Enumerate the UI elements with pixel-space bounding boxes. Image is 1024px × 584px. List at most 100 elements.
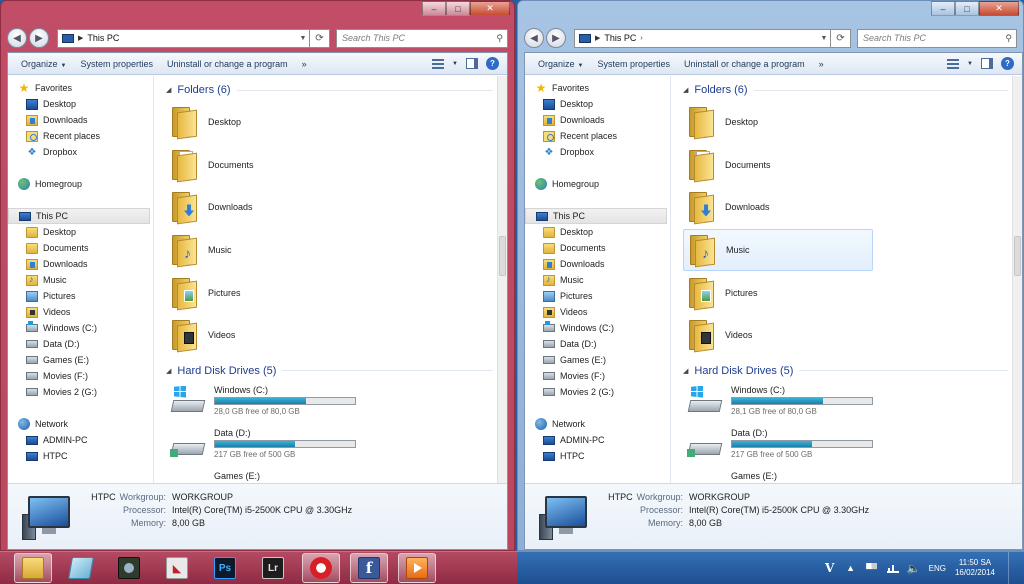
nav-pc-pictures[interactable]: Pictures	[8, 288, 153, 304]
maximize-button[interactable]: □	[446, 1, 470, 16]
folder-item-downloads[interactable]: Downloads	[683, 186, 1022, 229]
drives-group-header[interactable]: ◢ Hard Disk Drives (5)	[166, 360, 507, 382]
change-view-icon[interactable]	[947, 58, 960, 69]
change-view-icon[interactable]	[432, 58, 445, 69]
close-button[interactable]: ✕	[470, 1, 510, 16]
tray-overflow-icon[interactable]: ▲	[845, 562, 857, 574]
folder-item-desktop[interactable]: Desktop	[683, 101, 1022, 144]
nav-network[interactable]: Network	[8, 416, 153, 432]
nav-fav-desktop[interactable]: Desktop	[525, 96, 670, 112]
vietkey-icon[interactable]: V	[824, 561, 836, 575]
nav-fav-dropbox[interactable]: ❖ Dropbox	[8, 144, 153, 160]
search-input[interactable]: Search This PC ⚲	[336, 28, 508, 48]
vertical-scrollbar[interactable]	[1012, 76, 1022, 483]
drive-item-c[interactable]: Windows (C:) 28,1 GB free of 80,0 GB	[683, 382, 1022, 425]
address-bar[interactable]: ▶ This PC › ▼	[574, 28, 831, 48]
nav-this-pc[interactable]: This PC	[525, 208, 667, 224]
nav-pc-drive-f[interactable]: Movies (F:)	[8, 368, 153, 384]
nav-pc-desktop[interactable]: Desktop	[8, 224, 153, 240]
taskbar-explorer-button[interactable]	[14, 553, 52, 583]
nav-pc-videos[interactable]: Videos	[525, 304, 670, 320]
nav-pc-documents[interactable]: Documents	[8, 240, 153, 256]
nav-favorites[interactable]: ★ Favorites	[8, 80, 153, 96]
nav-network[interactable]: Network	[525, 416, 670, 432]
taskbar-opera-button[interactable]	[302, 553, 340, 583]
vertical-scrollbar[interactable]	[497, 76, 507, 483]
nav-pc-pictures[interactable]: Pictures	[525, 288, 670, 304]
taskbar-notes-button[interactable]	[62, 553, 100, 583]
nav-homegroup[interactable]: Homegroup	[8, 176, 153, 192]
folder-item-documents[interactable]: Documents	[166, 144, 507, 187]
nav-fav-desktop[interactable]: Desktop	[8, 96, 153, 112]
taskbar-player-button[interactable]	[398, 553, 436, 583]
breadcrumb-this-pc[interactable]: This PC	[87, 33, 119, 43]
help-icon[interactable]: ?	[1001, 57, 1014, 70]
nav-fav-downloads[interactable]: Downloads	[8, 112, 153, 128]
minimize-button[interactable]: –	[422, 1, 446, 16]
nav-pc-documents[interactable]: Documents	[525, 240, 670, 256]
nav-this-pc[interactable]: This PC	[8, 208, 150, 224]
address-bar[interactable]: ▶ This PC ▼	[57, 28, 310, 48]
taskbar-lightroom-button[interactable]: Lr	[254, 553, 292, 583]
folder-item-desktop[interactable]: Desktop	[166, 101, 507, 144]
drive-item-d[interactable]: Data (D:) 217 GB free of 500 GB	[683, 425, 1022, 468]
nav-pc-music[interactable]: Music	[525, 272, 670, 288]
nav-pc-drive-g[interactable]: Movies 2 (G:)	[8, 384, 153, 400]
more-commands-button[interactable]: »	[812, 59, 831, 69]
breadcrumb-arrow-icon[interactable]: ▶	[78, 34, 83, 42]
drive-item-d[interactable]: Data (D:) 217 GB free of 500 GB	[166, 425, 507, 468]
scrollbar-thumb[interactable]	[499, 236, 506, 276]
drive-item-e[interactable]: Games (E:)	[166, 468, 507, 483]
nav-fav-recent[interactable]: Recent places	[8, 128, 153, 144]
nav-pc-drive-e[interactable]: Games (E:)	[8, 352, 153, 368]
breadcrumb-arrow-icon[interactable]: ›	[640, 35, 642, 42]
action-center-flag-icon[interactable]	[866, 562, 878, 574]
nav-pc-drive-d[interactable]: Data (D:)	[8, 336, 153, 352]
nav-fav-downloads[interactable]: Downloads	[525, 112, 670, 128]
nav-pc-drive-d[interactable]: Data (D:)	[525, 336, 670, 352]
nav-network-htpc[interactable]: HTPC	[8, 448, 153, 464]
uninstall-program-button[interactable]: Uninstall or change a program	[677, 59, 812, 69]
breadcrumb-arrow-icon[interactable]: ▶	[595, 34, 600, 42]
folder-item-documents[interactable]: Documents	[683, 144, 1022, 187]
drive-item-c[interactable]: Windows (C:) 28,0 GB free of 80,0 GB	[166, 382, 507, 425]
drives-group-header[interactable]: ◢ Hard Disk Drives (5)	[683, 360, 1022, 382]
nav-favorites[interactable]: ★ Favorites	[525, 80, 670, 96]
nav-pc-drive-e[interactable]: Games (E:)	[525, 352, 670, 368]
nav-pc-music[interactable]: Music	[8, 272, 153, 288]
nav-network-admin-pc[interactable]: ADMIN-PC	[525, 432, 670, 448]
folder-item-videos[interactable]: Videos	[683, 314, 1022, 357]
folders-group-header[interactable]: ◢ Folders (6)	[683, 79, 1022, 101]
back-button[interactable]: ◀	[524, 28, 544, 48]
refresh-button[interactable]: ⟳	[831, 28, 851, 48]
view-dropdown-icon[interactable]: ▼	[452, 61, 458, 67]
nav-fav-dropbox[interactable]: ❖ Dropbox	[525, 144, 670, 160]
minimize-button[interactable]: –	[931, 1, 955, 16]
nav-pc-downloads[interactable]: Downloads	[8, 256, 153, 272]
nav-pc-desktop[interactable]: Desktop	[525, 224, 670, 240]
uninstall-program-button[interactable]: Uninstall or change a program	[160, 59, 295, 69]
view-dropdown-icon[interactable]: ▼	[967, 61, 973, 67]
search-input[interactable]: Search This PC ⚲	[857, 28, 1017, 48]
nav-pc-drive-c[interactable]: Windows (C:)	[8, 320, 153, 336]
preview-pane-icon[interactable]	[981, 58, 993, 69]
nav-pc-videos[interactable]: Videos	[8, 304, 153, 320]
network-icon[interactable]	[886, 562, 899, 574]
refresh-button[interactable]: ⟳	[310, 28, 330, 48]
maximize-button[interactable]: □	[955, 1, 979, 16]
address-dropdown-icon[interactable]: ▼	[297, 35, 309, 42]
folders-group-header[interactable]: ◢ Folders (6)	[166, 79, 507, 101]
drive-item-e[interactable]: Games (E:)	[683, 468, 1022, 483]
more-commands-button[interactable]: »	[295, 59, 314, 69]
system-properties-button[interactable]: System properties	[590, 59, 677, 69]
help-icon[interactable]: ?	[486, 57, 499, 70]
folder-item-pictures[interactable]: Pictures	[683, 271, 1022, 314]
folder-item-downloads[interactable]: Downloads	[166, 186, 507, 229]
system-properties-button[interactable]: System properties	[73, 59, 160, 69]
volume-icon[interactable]: 🔈	[907, 562, 921, 575]
nav-network-admin-pc[interactable]: ADMIN-PC	[8, 432, 153, 448]
address-dropdown-icon[interactable]: ▼	[818, 35, 830, 42]
folder-item-videos[interactable]: Videos	[166, 314, 507, 357]
taskbar-photoshop-button[interactable]: Ps	[206, 553, 244, 583]
folder-item-music[interactable]: ♪ Music	[683, 228, 873, 272]
